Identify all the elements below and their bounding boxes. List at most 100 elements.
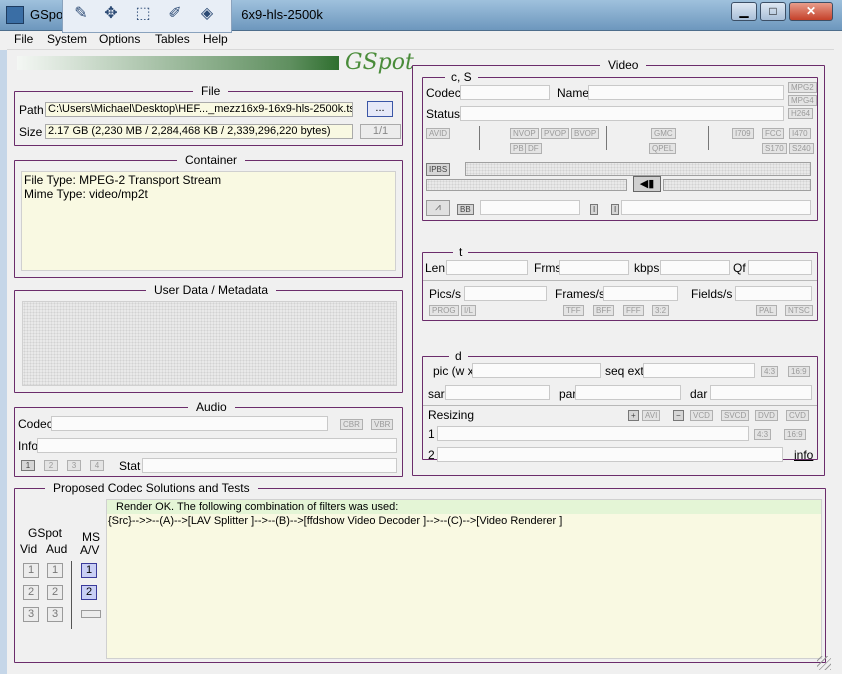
- audio-codec-field: [51, 416, 328, 431]
- separator: [423, 405, 817, 406]
- browse-button[interactable]: ...: [367, 101, 393, 117]
- close-button[interactable]: ✕: [789, 2, 833, 21]
- menu-file[interactable]: File: [14, 32, 33, 46]
- codec-solutions-group: Proposed Codec Solutions and Tests GSpot…: [14, 481, 826, 663]
- audio-stream-1-button[interactable]: 1: [21, 460, 35, 471]
- marker-icon[interactable]: ◈: [195, 3, 219, 25]
- file-type-line: File Type: MPEG-2 Transport Stream: [24, 173, 222, 187]
- gspot-window: GSpo 6x9-hls-2500k ▁ □ ✕ ✎ ✥ ⬚ ✐ ◈ File S…: [0, 0, 842, 674]
- resize-svcd-button[interactable]: SVCD: [721, 410, 750, 421]
- app-icon: [6, 6, 24, 24]
- filter-chain-line: {Src}-->>--(A)-->[LAV Splitter ]-->--(B)…: [108, 515, 563, 527]
- gmc-flag: GMC: [651, 128, 676, 139]
- select-icon[interactable]: ⬚: [131, 3, 155, 25]
- dimensions-subgroup: d pic (w x seq ext 4:3 16:9 sar par dar …: [422, 349, 818, 462]
- il-flag: I/L: [461, 305, 476, 316]
- maximize-button[interactable]: □: [760, 2, 786, 21]
- fff-flag: FFF: [623, 305, 644, 316]
- resize-dvd-button[interactable]: DVD: [755, 410, 778, 421]
- draw-icon[interactable]: ✐: [163, 3, 187, 25]
- audio-stream-4-button[interactable]: 4: [90, 460, 104, 471]
- resize-plus-button[interactable]: +: [628, 410, 639, 421]
- resize-grip-icon[interactable]: [817, 656, 831, 670]
- menu-help[interactable]: Help: [203, 32, 228, 46]
- aspect-4-3-flag: 4:3: [761, 366, 779, 377]
- timing-subgroup-title: t: [453, 245, 469, 259]
- tff-flag: TFF: [563, 305, 584, 316]
- audio-stat-label: Stat: [119, 459, 141, 473]
- audio-stream-2-button[interactable]: 2: [44, 460, 58, 471]
- ntsc-flag: NTSC: [785, 305, 813, 316]
- avid-flag: AVID: [426, 128, 451, 139]
- ms-label: MS: [82, 530, 100, 544]
- timing-subgroup: t Len Frms kbps Qf Pics/s Frames/s Field…: [422, 245, 818, 321]
- aud-solution-1-button[interactable]: 1: [47, 563, 63, 578]
- ms-solution-1-button[interactable]: 1: [81, 563, 97, 578]
- bff-flag: BFF: [593, 305, 615, 316]
- audio-group: Audio Codec CBR VBR Info 1 2 3 4 Stat: [14, 400, 403, 477]
- df-flag: DF: [525, 143, 542, 154]
- menu-system[interactable]: System: [47, 32, 87, 46]
- fields-label: Fields/s: [691, 287, 733, 301]
- fields-field: [735, 286, 812, 301]
- gspot-logo: GSpot: [345, 50, 414, 75]
- video-name-field: [588, 85, 784, 100]
- dar-label: dar: [690, 387, 708, 401]
- separator: [708, 126, 709, 150]
- floating-toolbar: ✎ ✥ ⬚ ✐ ◈: [62, 0, 232, 33]
- background-window-strip: [0, 50, 7, 674]
- len-field: [446, 260, 528, 275]
- resize-minus-button[interactable]: −: [673, 410, 684, 421]
- qpel-flag: QPEL: [649, 143, 677, 154]
- fcc-flag: FCC: [762, 128, 785, 139]
- gop-detail-field: [621, 200, 811, 215]
- pen-icon[interactable]: ✎: [69, 3, 93, 25]
- path-label: Path: [19, 103, 44, 117]
- dimensions-subgroup-title: d: [449, 349, 468, 363]
- separator: [71, 561, 72, 629]
- video-status-field: [460, 106, 784, 121]
- bb-flag: BB: [457, 204, 474, 215]
- codec-subgroup-title: c, S: [445, 70, 478, 84]
- client-area: GSpot File Path C:\Users\Michael\Desktop…: [7, 50, 834, 674]
- i470-flag: I470: [789, 128, 811, 139]
- vid-solution-2-button[interactable]: 2: [23, 585, 39, 600]
- menu-tables[interactable]: Tables: [155, 32, 190, 46]
- audio-info-field: [37, 438, 397, 453]
- audio-stat-field: [142, 458, 397, 473]
- pic-field: [472, 363, 601, 378]
- separator: [423, 280, 817, 281]
- dar-field: [710, 385, 812, 400]
- userdata-group-title: User Data / Metadata: [146, 283, 277, 297]
- size-label: Size: [19, 125, 43, 139]
- kbps-field: [660, 260, 730, 275]
- info-link[interactable]: info: [794, 448, 813, 462]
- resize-avi-button[interactable]: AVI: [642, 410, 661, 421]
- resize-row-1-field: [437, 426, 749, 441]
- frame-nav-icon[interactable]: ◀▮: [633, 176, 661, 192]
- page-indicator: 1/1: [360, 124, 401, 139]
- resize-cvd-button[interactable]: CVD: [786, 410, 809, 421]
- frms-label: Frms: [534, 261, 562, 275]
- menu-options[interactable]: Options: [99, 32, 140, 46]
- separator: [479, 126, 480, 150]
- size-field: 2.17 GB (2,230 MB / 2,284,468 KB / 2,339…: [45, 124, 353, 139]
- graph-icon[interactable]: ⩘: [426, 200, 450, 216]
- menu-bar: File System Options Tables Help: [7, 31, 834, 50]
- move-icon[interactable]: ✥: [99, 3, 123, 25]
- resize-vcd-button[interactable]: VCD: [690, 410, 713, 421]
- audio-stream-3-button[interactable]: 3: [67, 460, 81, 471]
- mpg2-flag: MPG2: [788, 82, 817, 93]
- vid-solution-1-button[interactable]: 1: [23, 563, 39, 578]
- ms-solution-2-button[interactable]: 2: [81, 585, 97, 600]
- path-field[interactable]: C:\Users\Michael\Desktop\HEF..._mezz16x9…: [45, 102, 353, 117]
- vid-solution-3-button[interactable]: 3: [23, 607, 39, 622]
- minimize-button[interactable]: ▁: [731, 2, 757, 21]
- pic-label: pic (w x: [433, 364, 474, 378]
- av-label: A/V: [80, 543, 100, 557]
- audio-info-label: Info: [18, 439, 39, 453]
- mime-type-line: Mime Type: video/mp2t: [24, 187, 148, 201]
- aud-solution-3-button[interactable]: 3: [47, 607, 63, 622]
- aud-solution-2-button[interactable]: 2: [47, 585, 63, 600]
- qf-label: Qf: [733, 261, 746, 275]
